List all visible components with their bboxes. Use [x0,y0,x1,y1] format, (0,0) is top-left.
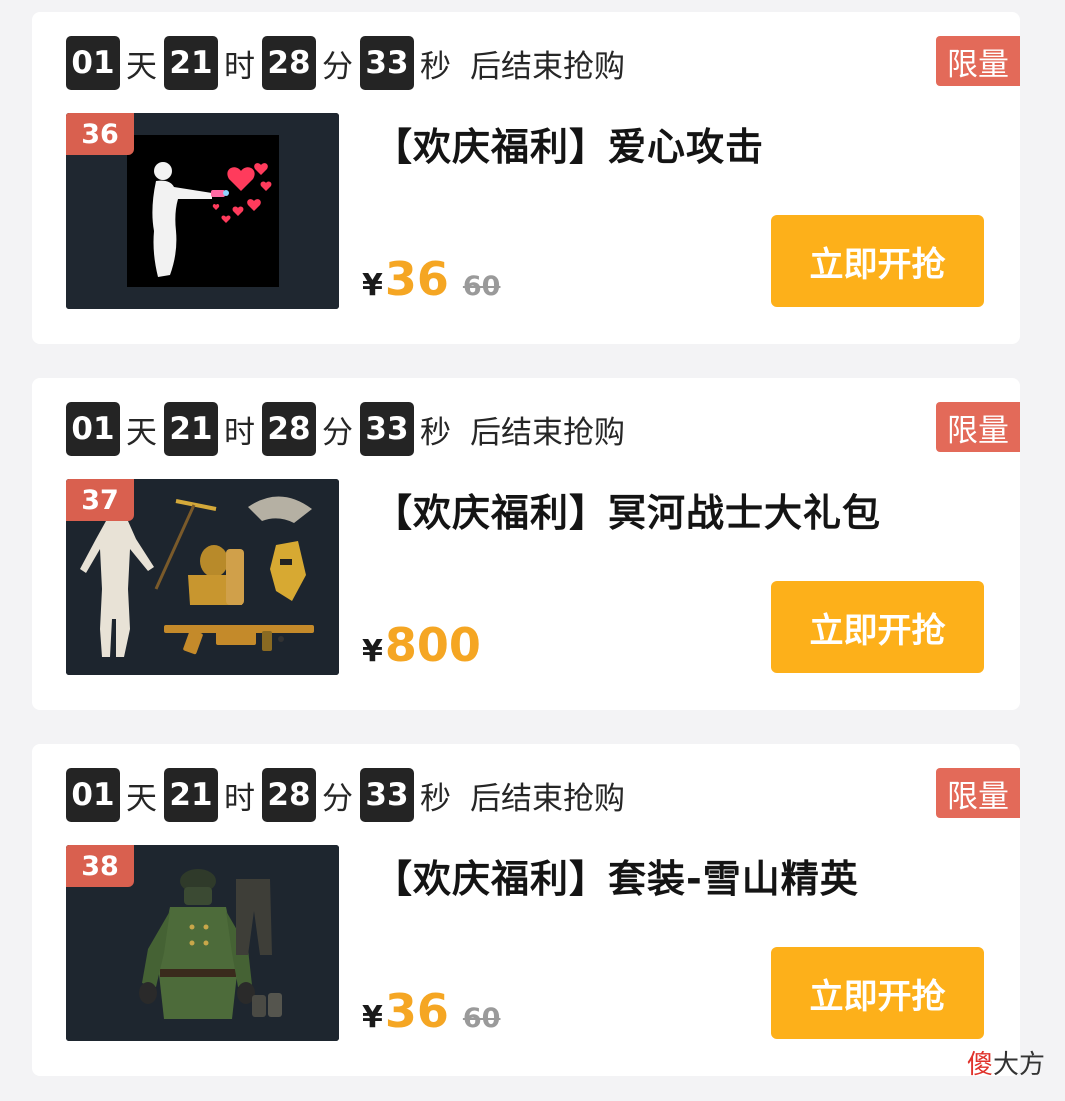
countdown-day-unit: 天 [126,780,157,817]
countdown-hour-unit: 时 [224,48,255,85]
price: ¥ 36 60 [362,252,500,312]
countdown-minute-unit: 分 [322,414,353,451]
buy-now-button[interactable]: 立即开抢 [771,581,984,673]
countdown: 01 天 21 时 28 分 33 秒 后结束抢购 [66,36,625,90]
countdown-hours: 21 [164,768,218,822]
countdown-second-unit: 秒 [420,414,451,451]
countdown-day-unit: 天 [126,414,157,451]
product-image[interactable]: 36 [66,113,339,309]
buy-now-button[interactable]: 立即开抢 [771,947,984,1039]
product-title[interactable]: 【欢庆福利】套装-雪山精英 [374,848,859,903]
countdown-minutes: 28 [262,36,316,90]
current-price: 36 [384,984,449,1038]
countdown-hours: 21 [164,36,218,90]
countdown-days: 01 [66,36,120,90]
product-image[interactable]: 38 [66,845,339,1041]
countdown-hour-unit: 时 [224,414,255,451]
watermark-part-red: 傻 [966,1050,993,1080]
countdown-minutes: 28 [262,402,316,456]
countdown-seconds: 33 [360,402,414,456]
countdown-second-unit: 秒 [420,780,451,817]
countdown: 01 天 21 时 28 分 33 秒 后结束抢购 [66,402,625,456]
current-price: 36 [384,252,449,306]
product-title[interactable]: 【欢庆福利】爱心攻击 [374,116,764,171]
product-image[interactable]: 37 [66,479,339,675]
countdown: 01 天 21 时 28 分 33 秒 后结束抢购 [66,768,625,822]
currency-symbol: ¥ [362,268,383,303]
currency-symbol: ¥ [362,1000,383,1035]
countdown-second-unit: 秒 [420,48,451,85]
countdown-seconds: 33 [360,768,414,822]
countdown-hours: 21 [164,402,218,456]
countdown-days: 01 [66,402,120,456]
limited-badge: 限量 [936,768,1020,818]
rank-tag: 37 [66,479,134,521]
countdown-suffix: 后结束抢购 [470,780,625,817]
watermark-part-dark: 大方 [992,1050,1045,1080]
limited-badge: 限量 [936,402,1020,452]
currency-symbol: ¥ [362,634,383,669]
countdown-days: 01 [66,768,120,822]
countdown-hour-unit: 时 [224,780,255,817]
price: ¥ 36 60 [362,984,500,1044]
countdown-minute-unit: 分 [322,48,353,85]
original-price: 60 [462,271,501,302]
buy-now-button[interactable]: 立即开抢 [771,215,984,307]
product-card: 01 天 21 时 28 分 33 秒 后结束抢购 限量 [32,744,1020,1076]
product-title[interactable]: 【欢庆福利】冥河战士大礼包 [374,482,881,537]
watermark: 傻大方 [967,1044,1045,1081]
price: ¥ 800 [362,618,481,678]
countdown-suffix: 后结束抢购 [470,414,625,451]
limited-badge: 限量 [936,36,1020,86]
product-card: 01 天 21 时 28 分 33 秒 后结束抢购 限量 [32,12,1020,344]
rank-tag: 38 [66,845,134,887]
countdown-minutes: 28 [262,768,316,822]
current-price: 800 [384,618,481,672]
countdown-day-unit: 天 [126,48,157,85]
countdown-seconds: 33 [360,36,414,90]
countdown-suffix: 后结束抢购 [470,48,625,85]
product-card: 01 天 21 时 28 分 33 秒 后结束抢购 限量 [32,378,1020,710]
rank-tag: 36 [66,113,134,155]
original-price: 60 [462,1003,501,1034]
countdown-minute-unit: 分 [322,780,353,817]
